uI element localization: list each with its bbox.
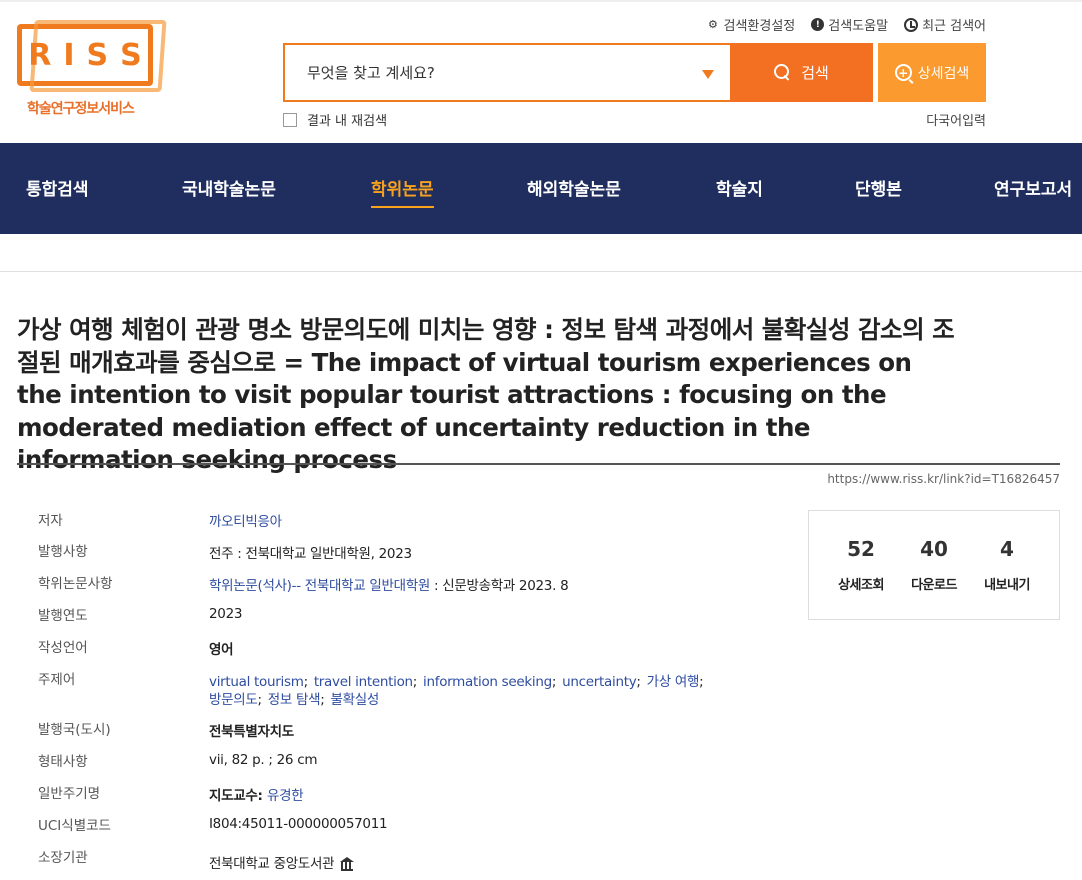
format-value: vii, 82 p. ; 26 cm [209, 752, 318, 768]
multilang-input-link[interactable]: 다국어입력 [926, 110, 986, 129]
permalink[interactable]: https://www.riss.kr/link?id=T16826457 [827, 472, 1060, 486]
search-icon [774, 64, 791, 81]
title-rule [17, 463, 1060, 465]
logo-subtitle: 학술연구정보서비스 [27, 101, 135, 117]
logo-letter-i: I [63, 37, 75, 73]
holding-library: 전북대학교 중앙도서관 [209, 856, 335, 872]
search-button-label: 검색 [801, 64, 829, 82]
holding-value: 전북대학교 중앙도서관 [209, 852, 355, 872]
advanced-search-label: 상세검색 [917, 65, 970, 82]
nav-theses[interactable]: 학위논문 [371, 175, 434, 208]
zoom-plus-icon: + [894, 64, 912, 81]
section-divider [0, 271, 1082, 272]
keyword-link[interactable]: uncertainty [562, 674, 637, 690]
info-icon: ! [811, 18, 825, 31]
stat-exports-value: 4 [1000, 537, 1014, 561]
search-box [283, 43, 730, 102]
main-nav: 통합검색 국내학술논문 학위논문 해외학술논문 학술지 단행본 연구보고서 [0, 143, 1082, 234]
search-within-results[interactable]: 결과 내 재검색 [283, 110, 387, 129]
country-value: 전북특별자치도 [209, 724, 294, 740]
site-header: R I S S 학술연구정보서비스 ⚙ 검색환경설정 ! 검색도움말 최근 검색… [0, 0, 1082, 143]
stat-views-value: 52 [847, 537, 875, 561]
advisor-link[interactable]: 유경한 [267, 788, 304, 804]
country-label: 발행국(도시) [38, 722, 111, 738]
search-within-checkbox[interactable] [283, 112, 297, 127]
logo-letter-s2: S [120, 37, 142, 73]
note-value: 지도교수: 유경한 [209, 784, 304, 804]
search-input[interactable] [285, 63, 675, 82]
keyword-link[interactable]: 불확실성 [330, 692, 379, 708]
keyword-link[interactable]: 방문의도 [209, 692, 258, 708]
stat-downloads-value: 40 [920, 537, 948, 561]
gear-icon: ⚙ [708, 18, 718, 31]
degree-label: 학위논문사항 [38, 576, 113, 592]
stat-views: 52 상세조회 [824, 537, 898, 593]
search-button[interactable]: 검색 [730, 43, 873, 102]
keyword-link[interactable]: 가상 여행 [647, 674, 700, 690]
keyword-link[interactable]: information seeking [423, 674, 552, 690]
nav-foreign-papers[interactable]: 해외학술논문 [527, 175, 621, 200]
year-label: 발행연도 [38, 608, 88, 624]
document-title: 가상 여행 체험이 관광 명소 방문의도에 미치는 영향 : 정보 탐색 과정에… [17, 315, 955, 474]
search-help-link[interactable]: ! 검색도움말 [811, 15, 888, 34]
holding-label: 소장기관 [38, 850, 88, 866]
uci-value: I804:45011-000000057011 [209, 816, 388, 832]
nav-books[interactable]: 단행본 [855, 175, 902, 200]
publisher-label: 발행사항 [38, 544, 88, 560]
search-scope-dropdown-icon[interactable] [702, 70, 714, 79]
year-value: 2023 [209, 606, 243, 622]
uci-label: UCI식별코드 [38, 818, 111, 834]
nav-integrated-search[interactable]: 통합검색 [26, 175, 89, 200]
search-settings-label: 검색환경설정 [723, 19, 796, 34]
search-help-label: 검색도움말 [828, 19, 889, 34]
language-label: 작성언어 [38, 640, 88, 656]
clock-icon [904, 17, 919, 32]
author-link[interactable]: 까오티빅응아 [209, 510, 282, 530]
search-settings-link[interactable]: ⚙ 검색환경설정 [706, 15, 795, 34]
riss-logo[interactable]: R I S S 학술연구정보서비스 [17, 22, 157, 122]
logo-letter-s1: S [86, 37, 109, 73]
stat-exports: 4 내보내기 [970, 537, 1044, 593]
recent-searches-link[interactable]: 최근 검색어 [904, 15, 986, 34]
logo-letter-r: R [28, 37, 52, 73]
keywords-line-2: 방문의도; 정보 탐색; 불확실성 [209, 692, 379, 708]
keywords-line-1: virtual tourism; travel intention; informa… [209, 674, 704, 690]
stat-downloads-label: 다운로드 [911, 578, 957, 593]
stat-downloads: 40 다운로드 [897, 537, 971, 593]
note-label: 일반주기명 [38, 786, 101, 802]
stat-views-label: 상세조회 [838, 578, 884, 593]
language-value: 영어 [209, 642, 234, 658]
publisher-value: 전주 : 전북대학교 일반대학원, 2023 [209, 546, 412, 562]
recent-searches-label: 최근 검색어 [922, 19, 986, 34]
usage-stats-box: 52 상세조회 40 다운로드 4 내보내기 [808, 510, 1060, 620]
author-label: 저자 [38, 513, 63, 529]
library-icon[interactable] [340, 857, 355, 871]
advanced-search-button[interactable]: + 상세검색 [878, 43, 986, 102]
keywords-label: 주제어 [38, 672, 76, 688]
nav-domestic-papers[interactable]: 국내학술논문 [182, 175, 276, 200]
utility-links: ⚙ 검색환경설정 ! 검색도움말 최근 검색어 [706, 15, 986, 34]
nav-journals[interactable]: 학술지 [716, 175, 763, 200]
format-label: 형태사항 [38, 754, 88, 770]
nav-research-reports[interactable]: 연구보고서 [994, 175, 1072, 200]
degree-value: 학위논문(석사)-- 전북대학교 일반대학원 : 신문방송학과 2023. 8 [209, 574, 569, 594]
stat-exports-label: 내보내기 [984, 578, 1030, 593]
advisor-prefix: 지도교수: [209, 788, 267, 804]
degree-rest: : 신문방송학과 2023. 8 [429, 578, 569, 594]
degree-link[interactable]: 학위논문(석사)-- 전북대학교 일반대학원 [209, 578, 430, 594]
logo-mark: R I S S [17, 24, 153, 86]
search-within-label: 결과 내 재검색 [307, 114, 388, 129]
keyword-link[interactable]: 정보 탐색 [268, 692, 321, 708]
